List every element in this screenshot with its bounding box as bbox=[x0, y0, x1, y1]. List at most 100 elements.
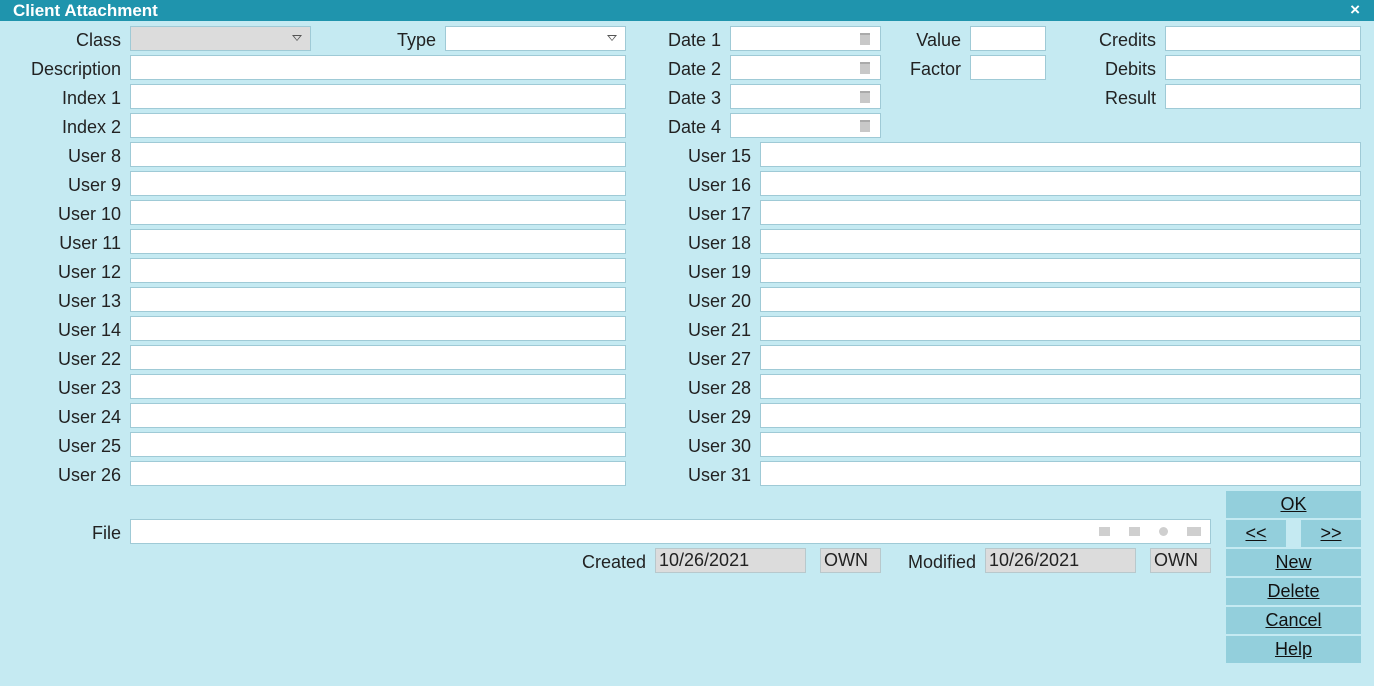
prev-label: << bbox=[1245, 523, 1267, 543]
user-field-label: User 22 bbox=[57, 349, 121, 369]
help-label: Help bbox=[1274, 639, 1313, 659]
user-field-input[interactable] bbox=[760, 316, 1361, 341]
file-label: File bbox=[91, 523, 121, 543]
user-field-label: User 8 bbox=[67, 146, 121, 166]
user-field-label: User 31 bbox=[687, 465, 751, 485]
user-field-label: User 28 bbox=[687, 378, 751, 398]
delete-button[interactable]: Delete bbox=[1226, 578, 1361, 605]
close-icon[interactable]: × bbox=[1350, 0, 1360, 19]
type-select[interactable] bbox=[445, 26, 626, 51]
factor-label: Factor bbox=[909, 59, 961, 79]
index1-label: Index 1 bbox=[61, 88, 121, 108]
user-field-label: User 17 bbox=[687, 204, 751, 224]
ok-button[interactable]: OK bbox=[1226, 491, 1361, 518]
type-label: Type bbox=[396, 30, 436, 50]
user-field-input[interactable] bbox=[130, 461, 626, 486]
user-field-input[interactable] bbox=[130, 258, 626, 283]
index2-field[interactable] bbox=[130, 113, 626, 138]
user-field-label: User 10 bbox=[57, 204, 121, 224]
user-field-input[interactable] bbox=[760, 403, 1361, 428]
class-select[interactable] bbox=[130, 26, 311, 51]
date2-label: Date 2 bbox=[667, 59, 721, 79]
next-label: >> bbox=[1320, 523, 1342, 543]
user-field-label: User 18 bbox=[687, 233, 751, 253]
user-field-input[interactable] bbox=[130, 229, 626, 254]
user-field-input[interactable] bbox=[130, 200, 626, 225]
user-field-label: User 9 bbox=[67, 175, 121, 195]
modified-by-field: OWN bbox=[1150, 548, 1211, 573]
value-label: Value bbox=[916, 30, 961, 50]
modified-label: Modified bbox=[907, 552, 976, 572]
credits-label: Credits bbox=[1098, 30, 1156, 50]
help-button[interactable]: Help bbox=[1226, 636, 1361, 663]
user-field-input[interactable] bbox=[760, 345, 1361, 370]
user-field-input[interactable] bbox=[760, 200, 1361, 225]
next-button[interactable]: >> bbox=[1301, 520, 1361, 547]
date3-field[interactable] bbox=[730, 84, 881, 109]
folder-icon[interactable] bbox=[1099, 527, 1110, 536]
view-icon[interactable] bbox=[1187, 527, 1201, 536]
user-field-input[interactable] bbox=[130, 287, 626, 312]
user-field-input[interactable] bbox=[760, 374, 1361, 399]
user-field-label: User 13 bbox=[57, 291, 121, 311]
created-date-field: 10/26/2021 bbox=[655, 548, 806, 573]
user-field-input[interactable] bbox=[130, 345, 626, 370]
title-bar: Client Attachment × bbox=[0, 0, 1374, 21]
result-field[interactable] bbox=[1165, 84, 1361, 109]
date1-field[interactable] bbox=[730, 26, 881, 51]
user-field-input[interactable] bbox=[130, 374, 626, 399]
calendar-icon[interactable] bbox=[860, 33, 870, 45]
index1-field[interactable] bbox=[130, 84, 626, 109]
value-field[interactable] bbox=[970, 26, 1046, 51]
user-field-input[interactable] bbox=[130, 403, 626, 428]
created-by-field: OWN bbox=[820, 548, 881, 573]
cancel-button[interactable]: Cancel bbox=[1226, 607, 1361, 634]
credits-field[interactable] bbox=[1165, 26, 1361, 51]
user-field-input[interactable] bbox=[130, 142, 626, 167]
debits-field[interactable] bbox=[1165, 55, 1361, 80]
user-field-label: User 27 bbox=[687, 349, 751, 369]
date4-label: Date 4 bbox=[667, 117, 721, 137]
user-field-label: User 14 bbox=[57, 320, 121, 340]
user-field-label: User 20 bbox=[687, 291, 751, 311]
user-field-label: User 15 bbox=[687, 146, 751, 166]
chevron-down-icon bbox=[292, 35, 302, 41]
user-field-input[interactable] bbox=[130, 316, 626, 341]
file-field[interactable] bbox=[130, 519, 1211, 544]
date2-field[interactable] bbox=[730, 55, 881, 80]
modified-date-field: 10/26/2021 bbox=[985, 548, 1136, 573]
debits-label: Debits bbox=[1104, 59, 1156, 79]
user-field-input[interactable] bbox=[760, 229, 1361, 254]
user-field-input[interactable] bbox=[760, 287, 1361, 312]
new-button[interactable]: New bbox=[1226, 549, 1361, 576]
description-field[interactable] bbox=[130, 55, 626, 80]
ok-label: OK bbox=[1280, 494, 1307, 514]
user-field-label: User 26 bbox=[57, 465, 121, 485]
new-label: New bbox=[1275, 552, 1312, 572]
date4-field[interactable] bbox=[730, 113, 881, 138]
window-title: Client Attachment bbox=[13, 1, 158, 20]
factor-field[interactable] bbox=[970, 55, 1046, 80]
user-field-input[interactable] bbox=[760, 142, 1361, 167]
user-field-label: User 24 bbox=[57, 407, 121, 427]
user-field-input[interactable] bbox=[130, 171, 626, 196]
user-field-label: User 11 bbox=[59, 233, 121, 253]
user-field-label: User 21 bbox=[687, 320, 751, 340]
delete-label: Delete bbox=[1267, 581, 1320, 601]
clear-icon[interactable] bbox=[1159, 527, 1168, 536]
result-label: Result bbox=[1104, 88, 1156, 108]
user-field-input[interactable] bbox=[760, 171, 1361, 196]
cancel-label: Cancel bbox=[1265, 610, 1322, 630]
previous-button[interactable]: << bbox=[1226, 520, 1286, 547]
calendar-icon[interactable] bbox=[860, 120, 870, 132]
user-field-label: User 12 bbox=[57, 262, 121, 282]
print-icon[interactable] bbox=[1129, 527, 1140, 536]
user-field-input[interactable] bbox=[760, 461, 1361, 486]
created-label: Created bbox=[581, 552, 646, 572]
user-field-input[interactable] bbox=[760, 258, 1361, 283]
calendar-icon[interactable] bbox=[860, 91, 870, 103]
user-field-input[interactable] bbox=[760, 432, 1361, 457]
user-field-label: User 25 bbox=[57, 436, 121, 456]
calendar-icon[interactable] bbox=[860, 62, 870, 74]
user-field-input[interactable] bbox=[130, 432, 626, 457]
